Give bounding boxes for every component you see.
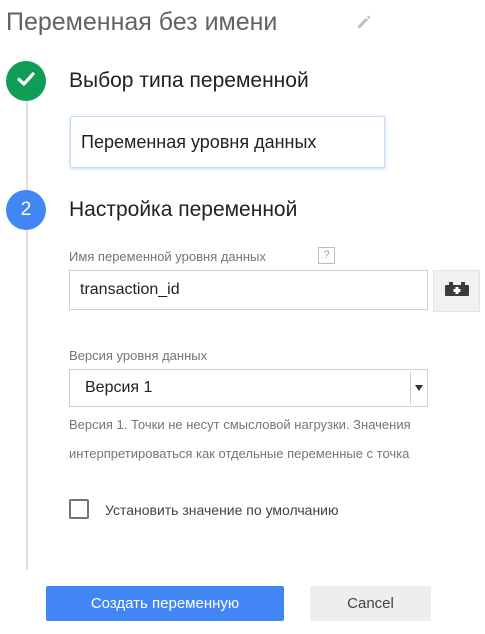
version-help-text-line2: интерпретироваться как отдельные перемен…	[69, 446, 410, 461]
data-layer-name-label: Имя переменной уровня данных	[69, 249, 266, 264]
data-layer-version-label: Версия уровня данных	[69, 348, 208, 363]
data-layer-version-value: Версия 1	[85, 379, 153, 396]
step-complete-badge	[6, 61, 46, 101]
variable-type-selector[interactable]: Переменная уровня данных	[70, 116, 385, 168]
data-layer-variable-name-input[interactable]	[69, 270, 428, 310]
cancel-button[interactable]: Cancel	[310, 586, 431, 621]
check-icon	[15, 68, 37, 95]
lego-brick-plus-icon	[444, 281, 470, 302]
help-icon[interactable]: ?	[318, 247, 335, 264]
default-value-checkbox[interactable]	[69, 499, 89, 519]
insert-variable-button[interactable]	[433, 270, 480, 312]
stepper-line	[26, 100, 28, 570]
step2-number-badge: 2	[6, 190, 46, 230]
version-help-text-line1: Версия 1. Точки не несут смысловой нагру…	[69, 417, 411, 432]
default-value-checkbox-label[interactable]: Установить значение по умолчанию	[105, 502, 339, 518]
create-variable-button[interactable]: Создать переменную	[46, 586, 284, 621]
page-title: Переменная без имени	[6, 8, 278, 36]
dropdown-arrow-icon[interactable]	[410, 372, 426, 404]
step1-title: Выбор типа переменной	[69, 69, 309, 92]
step2-title: Настройка переменной	[69, 198, 298, 221]
pencil-icon[interactable]	[356, 14, 372, 30]
